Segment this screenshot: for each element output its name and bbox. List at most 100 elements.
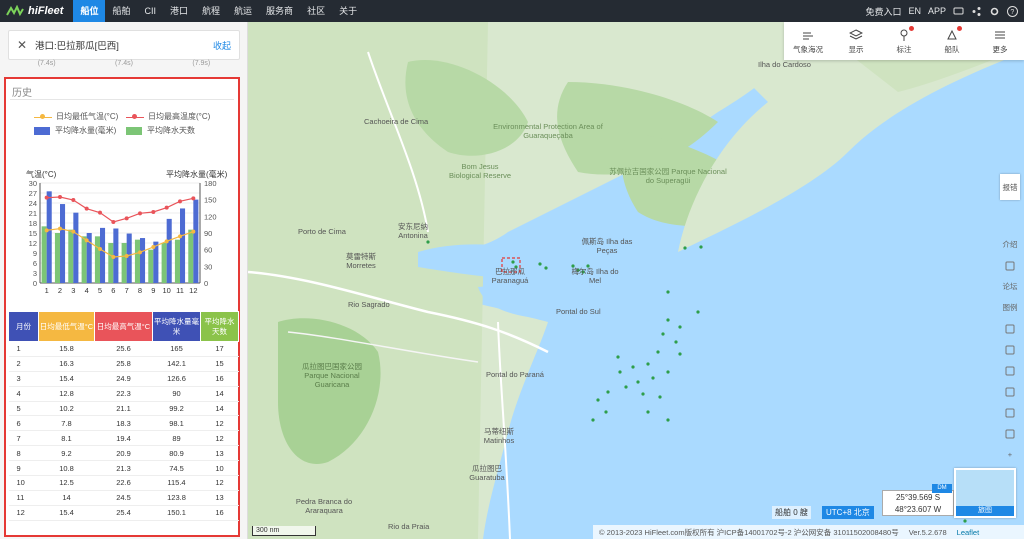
table-cell: 10 [8, 475, 39, 491]
x-tick: 3 [71, 286, 75, 295]
port-title: 港口:巴拉那瓜[巴西] [35, 41, 119, 52]
app-link[interactable]: APP [928, 6, 946, 16]
table-row: 4 12.8 22.3 90 14 [8, 386, 239, 402]
angle-icon[interactable] [1000, 339, 1020, 360]
nav-item[interactable]: 船位 [73, 0, 106, 22]
rain-amount-bar [193, 199, 199, 283]
nav-item[interactable]: 港口 [163, 0, 195, 22]
table-header: 平均降水量毫米 [152, 311, 201, 342]
table-row: 7 8.1 19.4 89 12 [8, 430, 239, 447]
table-cell: 12 [200, 475, 239, 491]
nav-item[interactable]: 服务商 [259, 0, 300, 22]
x-tick: 2 [58, 286, 62, 295]
map-label: 梅尔岛 Ilha do Mel [571, 267, 619, 285]
stat-row: (7.4s) (7.4s) (7.9s) [37, 60, 211, 67]
divider [10, 99, 234, 100]
map-footer: © 2013-2023 HiFleet.com版权所有 沪ICP备1400170… [593, 525, 1024, 539]
zoom-in-icon[interactable]: + [1000, 444, 1020, 465]
table-cell: 12 [200, 430, 239, 447]
nav-item[interactable]: 航程 [195, 0, 227, 22]
min-temp-point [138, 250, 142, 255]
nav-item[interactable]: 船舶 [105, 0, 137, 22]
map-label: Pontal do Sul [556, 307, 601, 316]
rain-days-bar [68, 229, 74, 283]
timezone-badge[interactable]: UTC+8 北京 [822, 506, 874, 519]
close-icon[interactable]: ✕ [9, 38, 35, 52]
table-cell: 20.9 [94, 445, 153, 462]
map-view[interactable]: Ilha do Cardoso Environmental Protection… [248, 22, 1024, 539]
legend-rain-amount[interactable]: 平均降水量(毫米) [34, 125, 116, 136]
help-icon[interactable]: ? [1007, 5, 1018, 17]
badge-dot [909, 26, 914, 31]
nav-item[interactable]: 关于 [332, 0, 364, 22]
table-cell: 25.6 [94, 341, 153, 357]
fullscreen-icon[interactable] [1000, 381, 1020, 402]
menu-icon [995, 31, 1005, 38]
crosshair-icon[interactable] [1000, 423, 1020, 444]
x-tick: 12 [189, 286, 197, 295]
table-cell: 12 [8, 505, 39, 521]
login-link[interactable]: 免费入口 [865, 5, 901, 18]
dm-format-toggle[interactable]: DM [932, 484, 952, 493]
map-label: 巴拉那瓜 Paranaguá [491, 267, 529, 285]
table-cell: 7 [8, 430, 39, 447]
legend-max-temp[interactable]: 日均最高温度(°C) [126, 111, 210, 122]
table-cell: 8 [8, 445, 39, 462]
legend-min-temp[interactable]: 日均最低气温(°C) [34, 111, 118, 122]
settings-icon[interactable] [989, 6, 1000, 17]
collapse-button[interactable]: 收起 [213, 39, 239, 52]
minimap[interactable]: 旅图 [954, 468, 1016, 518]
table-cell: 142.1 [152, 356, 201, 372]
logo-icon [6, 5, 24, 17]
area-icon[interactable] [1000, 360, 1020, 381]
max-temp-point [164, 205, 169, 210]
version-text: Ver.5.2.678 [908, 527, 947, 537]
rain-days-bar [174, 239, 180, 283]
copyright-text[interactable]: © 2013-2023 HiFleet.com版权所有 沪ICP备1400170… [599, 527, 899, 538]
share-icon[interactable] [971, 6, 982, 17]
map-label: Porto de Cima [298, 227, 346, 236]
table-cell: 21.3 [94, 460, 153, 477]
map-label: Cachoeira de Cima [364, 117, 429, 126]
fleet-tool[interactable]: 船队 [928, 22, 976, 60]
service-icon[interactable] [1000, 255, 1020, 276]
nav-item[interactable]: CII [137, 0, 163, 22]
y-right-tick: 30 [204, 262, 212, 271]
display-tool[interactable]: 显示 [832, 22, 880, 60]
chat-icon[interactable] [953, 6, 964, 17]
y-left-tick: 15 [29, 229, 37, 238]
weather-tool[interactable]: 气象海况 [784, 22, 832, 60]
table-cell: 24.9 [94, 371, 153, 387]
forum-icon[interactable]: 论坛 [1000, 276, 1020, 297]
table-cell: 14 [200, 401, 239, 417]
brand-name: hiFleet [28, 5, 64, 17]
max-temp-point [124, 216, 129, 221]
brand-logo[interactable]: hiFleet [0, 0, 73, 22]
y-left-tick: 27 [29, 189, 37, 198]
table-cell: 2 [8, 356, 39, 372]
table-header: 平均降水天数 [200, 311, 239, 342]
table-row: 12 15.4 25.4 150.1 16 [8, 505, 239, 521]
legend-icon[interactable]: 图例 [1000, 297, 1020, 318]
table-cell: 165 [152, 341, 201, 357]
nav-item[interactable]: 航运 [227, 0, 259, 22]
rain-amount-bar [60, 204, 66, 283]
table-cell: 19.4 [94, 430, 153, 447]
y-left-tick: 18 [29, 219, 37, 228]
info-icon[interactable]: 介绍 [1000, 234, 1020, 255]
legend-rain-days[interactable]: 平均降水天数 [126, 125, 195, 136]
leaflet-link[interactable]: Leaflet [957, 528, 980, 537]
table-cell: 13 [200, 445, 239, 462]
climate-chart: 气温(°C) 平均降水量(毫米)0369121518212427300306090… [26, 169, 228, 295]
locate-icon[interactable] [1000, 402, 1020, 423]
rain-days-bar [41, 226, 47, 283]
y-left-tick: 3 [33, 269, 37, 278]
nav-item[interactable]: 社区 [300, 0, 332, 22]
climate-table: 月份 日均最低气温°C 日均最高气温°C 平均降水量毫米 平均降水天数 1 15.8 25.… [8, 311, 239, 521]
lang-switch[interactable]: EN [908, 6, 921, 16]
more-tool[interactable]: 更多 [976, 22, 1024, 60]
mark-tool[interactable]: 标注 [880, 22, 928, 60]
ruler-icon[interactable] [1000, 318, 1020, 339]
table-cell: 7.8 [38, 415, 95, 432]
report-error-button[interactable]: 报错 [1000, 174, 1020, 200]
